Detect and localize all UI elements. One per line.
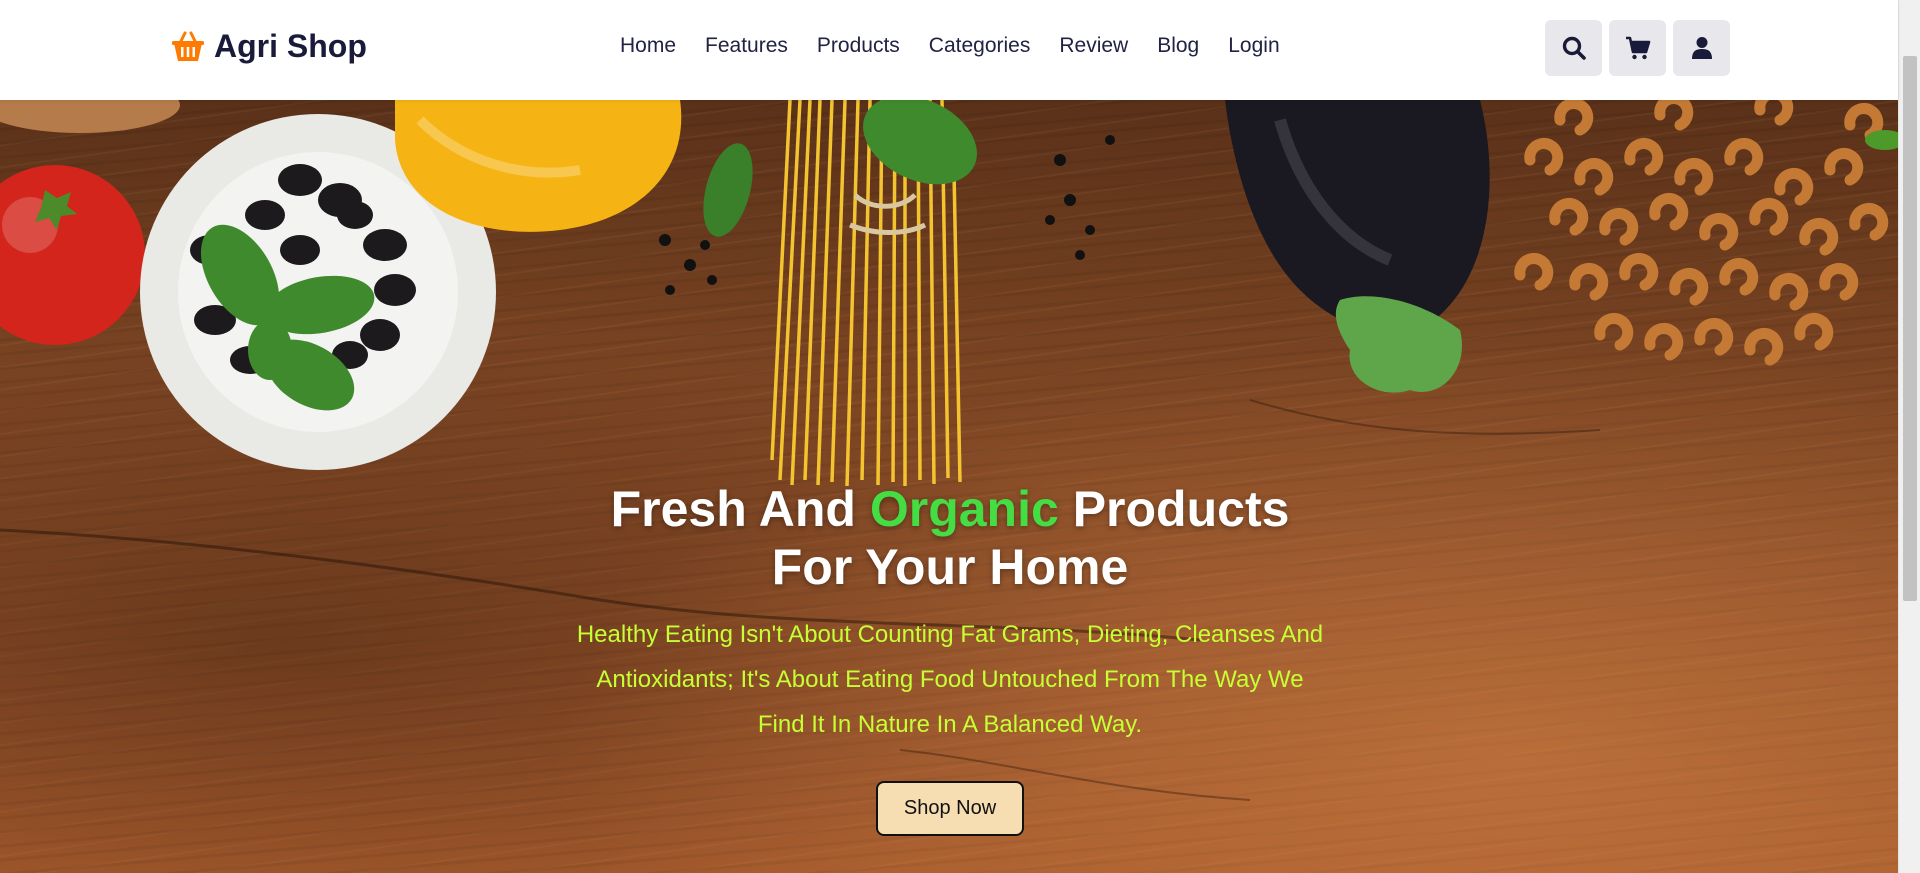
cart-button[interactable] [1609,20,1666,76]
nav-login[interactable]: Login [1228,34,1279,58]
nav-products[interactable]: Products [817,34,900,58]
header-actions [1545,20,1730,76]
brand-name: Agri Shop [214,28,367,64]
basket-icon [172,31,204,61]
nav-review[interactable]: Review [1059,34,1128,58]
nav-home[interactable]: Home [620,34,676,58]
hero-banner: Fresh And Organic Products For Your Home… [0,100,1898,873]
main-nav: Home Features Products Categories Review… [620,34,1280,58]
search-icon [1562,36,1586,60]
hero-subtitle: Healthy Eating Isn't About Counting Fat … [576,621,1324,738]
hero-title: Fresh And Organic Products For Your Home [540,480,1360,596]
nav-features[interactable]: Features [705,34,788,58]
scrollbar-thumb[interactable] [1903,56,1917,601]
hero-title-part1: Fresh And [610,481,870,537]
hero-title-line2: For Your Home [771,539,1129,595]
site-header: Agri Shop Home Features Products Categor… [0,0,1898,100]
user-icon [1691,37,1712,59]
search-button[interactable] [1545,20,1602,76]
account-button[interactable] [1673,20,1730,76]
cart-icon [1625,36,1650,60]
page-scrollbar[interactable] [1898,0,1920,873]
hero-title-accent: Organic [869,481,1059,537]
shop-now-button[interactable]: Shop Now [875,781,1025,836]
hero-content: Fresh And Organic Products For Your Home… [540,480,1360,836]
hero-title-part2: Products [1058,481,1290,537]
nav-categories[interactable]: Categories [929,34,1031,58]
brand-logo[interactable]: Agri Shop [170,28,367,65]
nav-blog[interactable]: Blog [1157,34,1199,58]
